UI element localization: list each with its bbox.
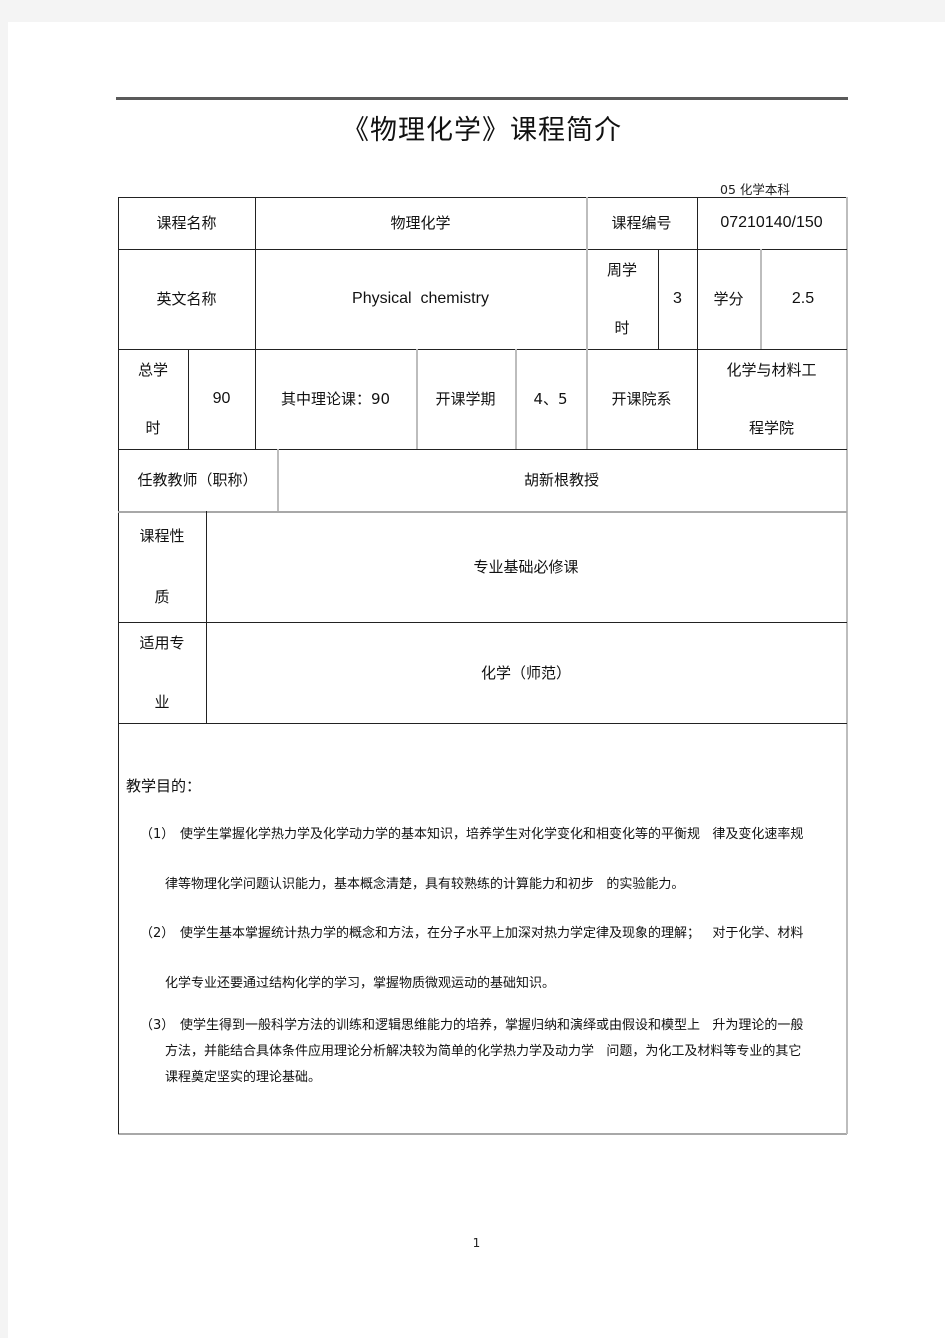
course-code-value: 07210140/150: [720, 214, 823, 232]
objective-1-line1: 使学生掌握化学热力学及化学动力学的基本知识，培养学生对化学变化和相变化等的平衡规…: [180, 827, 804, 842]
objective-1-number: （1）: [140, 827, 175, 842]
applicable-major-label-line1: 适用专: [139, 634, 185, 652]
teacher-value: 胡新根教授: [523, 471, 599, 489]
course-nature-value: 专业基础必修课: [473, 557, 579, 576]
department-value: 化学与材料工 程学院: [697, 349, 846, 449]
department-value-line1: 化学与材料工: [726, 361, 817, 379]
objective-3-number: （3）: [140, 1018, 175, 1033]
document-subtitle: 05 化学本科: [720, 182, 790, 197]
course-nature-label-line2: 质: [154, 588, 170, 606]
applicable-major-value: 化学（师范）: [480, 663, 571, 682]
department-value-line2: 程学院: [748, 419, 794, 437]
weekly-hours-label: 周学 时: [586, 249, 658, 349]
objective-3-line2: 方法，并能结合具体条件应用理论分析解决较为简单的化学热力学及动力学 问题，为化工…: [165, 1044, 802, 1059]
english-name-label: 英文名称: [156, 290, 217, 308]
objective-3-line3: 课程奠定坚实的理论基础。: [165, 1070, 322, 1085]
document-page: 《物理化学》课程简介 05 化学本科 课程名称 物理化学 课程编号 072101…: [8, 22, 945, 1338]
department-label: 开课院系: [611, 390, 672, 408]
weekly-hours-label-line2: 时: [614, 319, 630, 337]
header-rule: [116, 97, 848, 100]
credits-value: 2.5: [791, 290, 815, 308]
objective-2-line2: 化学专业还要通过结构化学的学习，掌握物质微观运动的基础知识。: [165, 976, 556, 991]
teacher-label: 任教教师（职称）: [137, 471, 258, 489]
table-border: [846, 197, 848, 1134]
weekly-hours-label-line1: 周学: [606, 261, 637, 279]
total-hours-value: 90: [212, 390, 231, 408]
total-hours-label-line2: 时: [145, 419, 161, 437]
objective-1-line2: 律等物理化学问题认识能力，基本概念清楚，具有较熟练的计算能力和初步 的实验能力。: [165, 877, 685, 892]
english-name-value: Physical chemistry: [352, 290, 489, 308]
document-title: 《物理化学》课程简介: [342, 115, 622, 146]
theory-hours: 其中理论课：90: [280, 390, 391, 408]
total-hours-label: 总学 时: [118, 349, 188, 449]
row-divider: [118, 723, 847, 724]
course-code-label: 课程编号: [611, 214, 672, 232]
total-hours-label-line1: 总学: [137, 361, 168, 379]
weekly-hours-value: 3: [673, 290, 682, 308]
objective-2-line1: 使学生基本掌握统计热力学的概念和方法，在分子水平上加深对热力学定律及现象的理解；…: [180, 926, 804, 941]
course-nature-label: 课程性 质: [118, 511, 206, 622]
table-border: [118, 1133, 847, 1135]
page-number: 1: [472, 1236, 481, 1250]
semester-value: 4、5: [533, 390, 568, 408]
semester-label: 开课学期: [435, 390, 496, 408]
credits-label: 学分: [713, 290, 744, 308]
applicable-major-label-line2: 业: [154, 693, 170, 711]
course-name-label: 课程名称: [156, 214, 217, 232]
objective-2-number: （2）: [140, 926, 175, 941]
objectives-heading: 教学目的：: [126, 777, 202, 795]
course-name-value: 物理化学: [390, 214, 451, 232]
course-nature-label-line1: 课程性: [139, 527, 185, 545]
applicable-major-label: 适用专 业: [118, 622, 206, 723]
objective-3-line1: 使学生得到一般科学方法的训练和逻辑思维能力的培养，掌握归纳和演绎或由假设和模型上…: [180, 1018, 804, 1033]
